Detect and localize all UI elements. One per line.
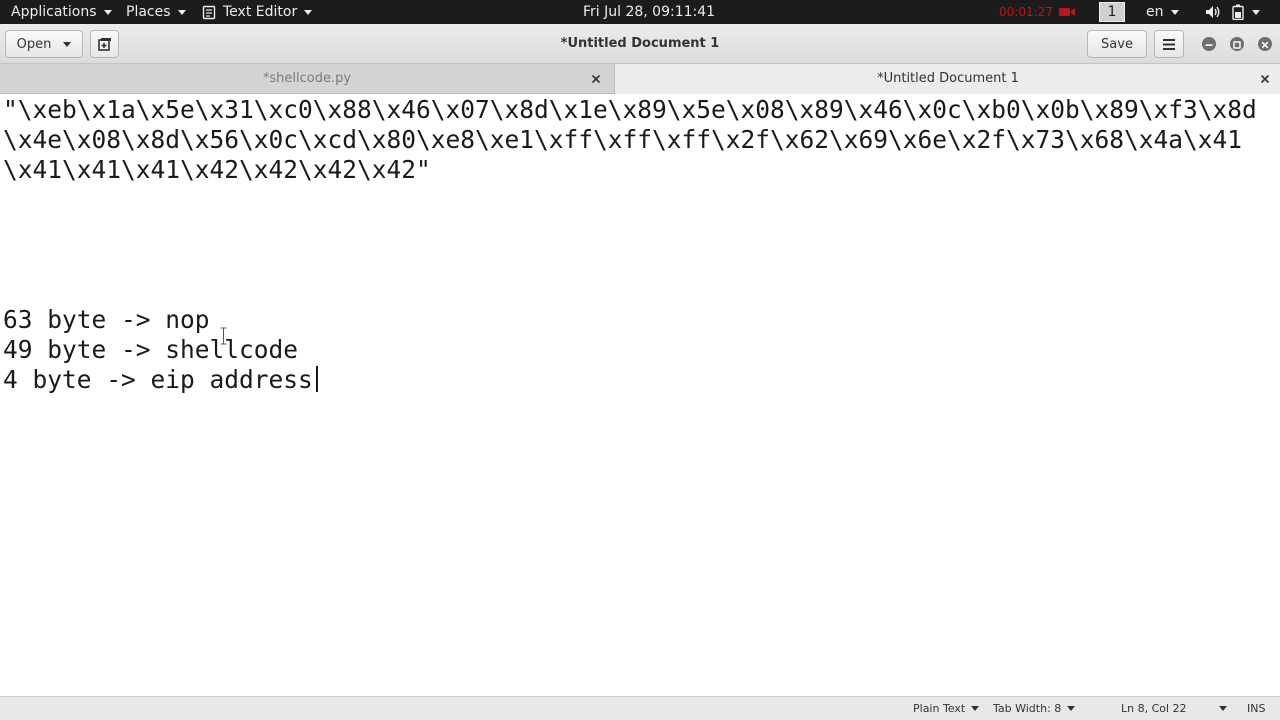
places-label: Places [126, 4, 171, 20]
language-mode-selector[interactable]: Plain Text [913, 697, 980, 720]
system-menu[interactable] [1205, 0, 1260, 24]
chevron-down-icon [103, 9, 112, 15]
workspace-number: 1 [1099, 2, 1125, 22]
tab-bar: *shellcode.py *Untitled Document 1 [0, 64, 1280, 94]
insert-mode-label: INS [1247, 702, 1266, 715]
recording-indicator[interactable]: 00:01:27 [999, 0, 1075, 24]
language-label: en [1146, 4, 1164, 20]
editor-line: \x41\x41\x41\x42\x42\x42\x42" [3, 155, 431, 184]
cursor-position-selector[interactable]: Ln 8, Col 22 [1121, 697, 1227, 720]
tab-width-selector[interactable]: Tab Width: 8 [993, 697, 1076, 720]
top-bar: Applications Places Text Editor Fri Jul … [0, 0, 1280, 24]
places-menu[interactable]: Places [126, 0, 186, 24]
minimize-icon [1205, 44, 1213, 46]
editor-line: 4 byte -> eip address [3, 365, 313, 394]
close-tab-icon[interactable] [589, 72, 603, 86]
maximize-button[interactable] [1230, 37, 1244, 51]
battery-icon [1232, 4, 1244, 20]
text-cursor [316, 366, 318, 392]
new-document-button[interactable] [90, 30, 119, 58]
chevron-down-icon [1067, 706, 1076, 711]
cursor-position-label: Ln 8, Col 22 [1121, 702, 1187, 715]
tab-shellcode-py[interactable]: *shellcode.py [0, 64, 614, 94]
close-window-button[interactable] [1258, 37, 1272, 51]
minimize-button[interactable] [1202, 37, 1216, 51]
recording-time: 00:01:27 [999, 5, 1053, 19]
save-button[interactable]: Save [1087, 30, 1147, 58]
maximize-icon [1233, 41, 1241, 49]
hamburger-icon [1163, 38, 1175, 50]
tab-label: *Untitled Document 1 [877, 71, 1019, 86]
editor-line: 63 byte -> nop [3, 305, 210, 334]
close-icon [1261, 41, 1269, 49]
clock-label: Fri Jul 28, 09:11:41 [583, 4, 716, 20]
chevron-down-icon [1170, 9, 1179, 15]
header-bar: *Untitled Document 1 Open Save [0, 24, 1280, 64]
app-menu[interactable]: Text Editor [202, 0, 313, 24]
editor-line: "\xeb\x1a\x5e\x31\xc0\x88\x46\x07\x8d\x1… [3, 95, 1257, 124]
chevron-down-icon [971, 706, 980, 711]
language-menu[interactable]: en [1146, 0, 1179, 24]
volume-icon [1206, 6, 1220, 18]
hamburger-menu-button[interactable] [1154, 30, 1184, 58]
open-button[interactable]: Open [5, 30, 83, 58]
workspace-indicator[interactable]: 1 [1099, 0, 1125, 24]
chevron-down-icon [63, 41, 72, 47]
chevron-down-icon [304, 9, 313, 15]
video-camera-icon [1058, 8, 1075, 16]
chevron-down-icon [1218, 706, 1227, 711]
tab-label: *shellcode.py [262, 71, 352, 86]
new-document-icon [97, 38, 111, 51]
ibeam-cursor-icon [220, 327, 227, 345]
insert-mode-indicator[interactable]: INS [1247, 697, 1265, 720]
editor-line: 49 byte -> shellcode [3, 335, 299, 364]
open-label: Open [16, 36, 52, 52]
close-tab-icon[interactable] [1258, 72, 1272, 86]
save-label: Save [1101, 36, 1133, 52]
applications-menu[interactable]: Applications [11, 0, 112, 24]
applications-label: Applications [11, 4, 97, 20]
tab-untitled-document-1[interactable]: *Untitled Document 1 [614, 64, 1280, 94]
editor-line: \x4e\x08\x8d\x56\x0c\xcd\x80\xe8\xe1\xff… [3, 125, 1243, 154]
app-menu-label: Text Editor [223, 4, 298, 20]
status-bar: Plain Text Tab Width: 8 Ln 8, Col 22 INS [0, 696, 1280, 720]
chevron-down-icon [177, 9, 186, 15]
text-editor-icon [202, 5, 216, 19]
text-editor-area[interactable]: "\xeb\x1a\x5e\x31\xc0\x88\x46\x07\x8d\x1… [0, 95, 1280, 696]
language-mode-label: Plain Text [913, 702, 966, 715]
tab-width-label: Tab Width: 8 [993, 702, 1062, 715]
clock[interactable]: Fri Jul 28, 09:11:41 [583, 0, 715, 24]
chevron-down-icon [1252, 9, 1260, 15]
